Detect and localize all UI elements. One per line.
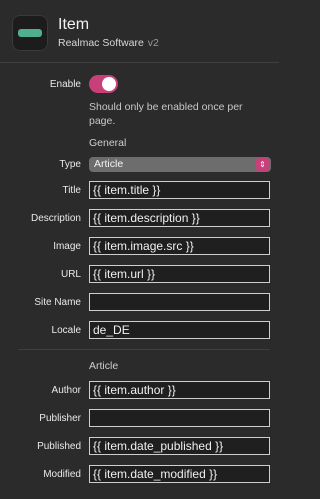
section-general: General (89, 137, 127, 149)
title-field[interactable]: {{ item.title }} (89, 181, 270, 199)
header-divider (0, 62, 279, 63)
author-label: Author (51, 385, 81, 396)
locale-field[interactable]: de_DE (89, 321, 270, 339)
enable-toggle[interactable] (89, 75, 118, 93)
published-label: Published (37, 441, 81, 452)
version-label: v2 (147, 37, 159, 49)
type-select-value: Article (94, 158, 124, 170)
description-field[interactable]: {{ item.description }} (89, 209, 270, 227)
title-label: Title (62, 185, 81, 196)
enable-note: Should only be enabled once per page. (89, 101, 243, 127)
type-label: Type (59, 159, 81, 170)
type-select[interactable]: Article ⇕ (89, 157, 271, 172)
modified-field[interactable]: {{ item.date_modified }} (89, 465, 270, 483)
site-name-label: Site Name (34, 297, 81, 308)
plugin-title: Item (58, 16, 90, 33)
url-field[interactable]: {{ item.url }} (89, 265, 270, 283)
toggle-knob (102, 77, 116, 91)
published-field[interactable]: {{ item.date_published }} (89, 437, 270, 455)
publisher-field[interactable] (89, 409, 270, 427)
locale-label: Locale (51, 325, 81, 336)
modified-label: Modified (43, 469, 81, 480)
section-article: Article (89, 360, 119, 372)
inspector-panel: Item Realmac Software v2 Enable Should on… (0, 0, 279, 499)
enable-label: Enable (49, 79, 81, 90)
plugin-header: Item Realmac Software v2 (0, 0, 279, 62)
publisher-label: Publisher (39, 413, 81, 424)
site-name-field[interactable] (89, 293, 270, 311)
image-label: Image (53, 241, 81, 252)
plugin-icon (12, 15, 48, 51)
description-label: Description (30, 213, 81, 224)
image-field[interactable]: {{ item.image.src }} (89, 237, 270, 255)
plugin-vendor: Realmac Software v2 (58, 37, 159, 49)
section-divider (18, 349, 270, 350)
vendor-name: Realmac Software (58, 37, 144, 49)
url-label: URL (60, 269, 81, 280)
select-arrows-icon: ⇕ (256, 158, 269, 171)
author-field[interactable]: {{ item.author }} (89, 381, 270, 399)
